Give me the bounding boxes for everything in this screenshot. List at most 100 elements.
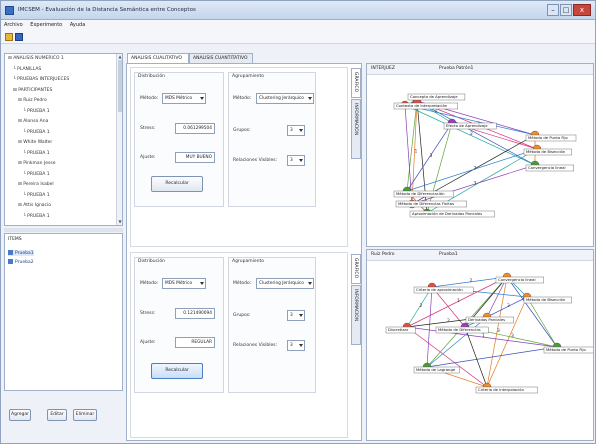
clustering-method-select[interactable]: Clustering Jerárquico <box>256 93 314 104</box>
tree-item-label: PARTICIPANTES <box>18 87 53 93</box>
tree-item[interactable]: └ PRUEBA 1 <box>23 193 50 198</box>
grupos-label: Grupos: <box>233 313 251 318</box>
list-item[interactable]: Prueba2 <box>8 259 34 265</box>
menu-ayuda[interactable]: Ayuda <box>67 20 88 28</box>
analysis-panel-1: Distribución Método: MDS Métrico Stress:… <box>130 67 348 247</box>
tree-item[interactable]: ⊟ Attis Ignacio <box>18 203 51 208</box>
tab-informacion-1[interactable]: INFORMACION <box>351 99 361 159</box>
tree-item[interactable]: ⊟ PARTICIPANTES <box>13 88 52 93</box>
close-button[interactable]: x <box>573 4 591 16</box>
tree-item[interactable]: └ PRUEBAS INTERJUECES <box>13 77 69 82</box>
stress-label: Stress: <box>140 311 156 316</box>
edge-weight-label: 2 <box>447 318 450 324</box>
group-title: Distribución <box>138 74 165 79</box>
node-label: Método de Lagrange <box>416 367 456 372</box>
node-label: Método de Diferencias <box>438 327 481 332</box>
maximize-button[interactable]: □ <box>560 4 572 16</box>
distribution-group: Distribución Método: MDS Métrico Stress:… <box>134 72 224 207</box>
tree-item-label: Pereira Isabel <box>23 182 54 187</box>
ajuste-label: Ajuste: <box>140 340 156 345</box>
recalcular-button[interactable]: Recalcular <box>151 363 203 379</box>
editar-button[interactable]: Editar <box>47 409 67 421</box>
items-header: ITEMS <box>8 237 22 242</box>
ajuste-field[interactable]: REGULAR <box>175 337 215 348</box>
edge-weight-label: 3 <box>511 333 514 339</box>
relaciones-select[interactable]: 3 <box>287 340 305 351</box>
chevron-down-icon <box>299 159 303 162</box>
ajuste-label: Ajuste: <box>140 155 156 160</box>
agrupamiento-metodo-label: Método: <box>233 281 252 286</box>
stress-label: Stress: <box>140 126 156 131</box>
menu-archivo[interactable]: Archivo <box>1 20 26 28</box>
tree-scrollbar[interactable]: ▲ ▼ <box>116 54 122 225</box>
tree-item[interactable]: ⊟ Pereira Isabel <box>18 182 54 187</box>
agregar-button[interactable]: Agregar <box>9 409 31 421</box>
group-title: Distribución <box>138 259 165 264</box>
concept-graph-panel-2: Ruiz Pedro Prueba1 2 1 3 2 3 2 1 3 Convergencia … <box>366 249 594 441</box>
metodo-select[interactable]: MDS Métrico <box>162 93 206 104</box>
tree-item-label: PRUEBA 1 <box>27 108 50 114</box>
tab-informacion-2[interactable]: INFORMACION <box>351 285 361 345</box>
stress-field[interactable]: 0.061299504 <box>175 123 215 134</box>
tree-item[interactable]: ⊟ Ruiz Pedro <box>18 98 47 103</box>
menu-bar: Archivo Experimento Ayuda <box>1 20 595 31</box>
chevron-down-icon <box>200 97 204 100</box>
tree-item-label: PRUEBA 1 <box>27 213 50 219</box>
stress-field[interactable]: 0.121490094 <box>175 308 215 319</box>
scroll-thumb[interactable] <box>118 60 122 112</box>
metodo-select[interactable]: MDS Métrico <box>162 278 206 289</box>
tab-grafico-2[interactable]: GRAFICO <box>351 254 361 284</box>
tree-item[interactable]: ⊟ Alonso Ana <box>18 119 48 124</box>
tab-grafico-1[interactable]: GRAFICO <box>351 68 361 98</box>
grupos-label: Grupos: <box>233 128 251 133</box>
chevron-down-icon <box>299 129 303 132</box>
tree-item[interactable]: └ PRUEBA 1 <box>23 109 50 114</box>
relaciones-select[interactable]: 3 <box>287 155 305 166</box>
scroll-down-icon[interactable]: ▼ <box>117 219 122 225</box>
tree-item-label: PRUEBA 1 <box>27 192 50 198</box>
project-tree[interactable]: ▲ ▼ ⊟ ANALISIS NUMERICO 1 └ PLANILLAS └ PR… <box>4 53 123 226</box>
node-label: Método de Diferenciación <box>396 191 445 196</box>
tree-item[interactable]: └ PRUEBA 1 <box>23 172 50 177</box>
tree-item[interactable]: ⊟ Pinkman Jesse <box>18 161 56 166</box>
tree-item[interactable]: ⊟ White Walter <box>18 140 52 145</box>
relaciones-label: Relaciones Visibles: <box>233 343 278 348</box>
tree-item[interactable]: └ PLANILLAS <box>13 67 41 72</box>
edge-weight-label: 3 <box>507 303 510 309</box>
recalcular-button[interactable]: Recalcular <box>151 176 203 192</box>
tree-item[interactable]: └ PRUEBA 1 <box>23 214 50 219</box>
tab-analisis-cuantitativo[interactable]: ANALISIS CUANTITATIVO <box>189 53 253 63</box>
item-icon <box>8 259 13 264</box>
list-item[interactable]: Prueba1 <box>8 250 34 256</box>
edge-weight-label: 1 <box>457 298 460 304</box>
eliminar-button[interactable]: Eliminar <box>73 409 97 421</box>
panel-splitter[interactable] <box>4 228 123 232</box>
tab-analisis-cualitativo[interactable]: ANALISIS CUALITATIVO <box>127 53 189 63</box>
tree-item[interactable]: └ PRUEBA 1 <box>23 151 50 156</box>
graph-header: INTERJUEZ Prueba Patrón1 <box>367 64 593 75</box>
ajuste-field[interactable]: MUY BUENO <box>175 152 215 163</box>
node-label: Discretizar <box>388 327 409 332</box>
clustering-method-select[interactable]: Clustering Jerárquico <box>256 278 314 289</box>
clustering-group: Agrupamiento Método: Clustering Jerárqui… <box>228 72 316 207</box>
tree-item[interactable]: └ PRUEBA 1 <box>23 130 50 135</box>
metodo-label: Método: <box>140 281 159 286</box>
concept-graph-1[interactable]: 23123231Concepto de AprendizajeContexto … <box>367 76 593 246</box>
menu-experimento[interactable]: Experimento <box>27 20 65 28</box>
chevron-down-icon <box>299 344 303 347</box>
node-label: Convergencia lineal <box>528 165 566 170</box>
group-title: Agrupamiento <box>232 74 265 79</box>
items-list[interactable]: ITEMS Prueba1 Prueba2 <box>4 233 123 391</box>
grupos-select[interactable]: 3 <box>287 310 305 321</box>
grupos-select[interactable]: 3 <box>287 125 305 136</box>
clustering-group: Agrupamiento Método: Clustering Jerárqui… <box>228 257 316 393</box>
minimize-button[interactable]: – <box>547 4 559 16</box>
tree-item-label: PRUEBA 1 <box>27 129 50 135</box>
tree-item-label: PRUEBAS INTERJUECES <box>17 77 70 82</box>
concept-graph-2[interactable]: 2 1 3 2 3 2 1 3 Convergencia lineal Criterio de a… <box>367 262 593 440</box>
open-folder-icon[interactable] <box>5 33 13 41</box>
tree-item[interactable]: ⊟ ANALISIS NUMERICO 1 <box>8 56 64 61</box>
save-icon[interactable] <box>15 33 23 41</box>
graph-edge <box>404 104 536 136</box>
edge-weight-label: 2 <box>470 131 473 137</box>
